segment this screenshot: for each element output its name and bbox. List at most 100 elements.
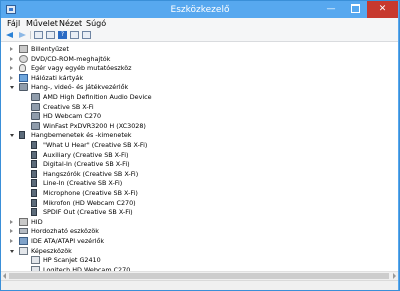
tree-item-label: Auxiliary (Creative SB X-Fi) (43, 150, 129, 159)
action-pane-icon[interactable] (70, 31, 79, 39)
tree-item-label: SPDIF Out (Creative SB X-Fi) (43, 208, 133, 217)
speaker-icon (31, 169, 37, 178)
minimize-button[interactable]: — (319, 1, 343, 18)
tree-view-icon[interactable] (34, 31, 43, 39)
tree-category[interactable]: Hordozható eszközök (1, 226, 398, 236)
tree-device[interactable]: Creative SB X-Fi (1, 102, 398, 112)
sound-controller-icon (19, 83, 28, 92)
scanner-icon (31, 256, 40, 265)
monitor-scan-icon[interactable] (82, 31, 91, 39)
sound-device-icon (31, 112, 40, 121)
tree-item-label: Egér vagy egyéb mutatóeszköz (31, 64, 132, 73)
tree-device[interactable]: "What U Hear" (Creative SB X-Fi) (1, 140, 398, 150)
tree-device[interactable]: HD Webcam C270 (1, 111, 398, 121)
toolbar-separator (30, 31, 31, 39)
menu-file[interactable]: Fájl (7, 18, 20, 29)
forward-icon[interactable] (18, 31, 27, 39)
disc-drive-icon (19, 54, 28, 63)
network-adapter-icon (19, 73, 28, 82)
tree-device[interactable]: HP Scanjet G2410 (1, 255, 398, 265)
tree-item-label: Microphone (Creative SB X-Fi) (43, 189, 138, 197)
tree-category[interactable]: Billentyűzet (1, 44, 398, 54)
menu-help[interactable]: Súgó (86, 18, 106, 29)
properties-icon[interactable] (46, 31, 55, 39)
tree-device[interactable]: Auxiliary (Creative SB X-Fi) (1, 150, 398, 160)
tree-item-label: WinFast PxDVR3200 H (XC3028) (43, 121, 146, 130)
microphone-icon (31, 198, 37, 207)
tree-item-label: "What U Hear" (Creative SB X-Fi) (43, 141, 148, 149)
close-button[interactable]: ✕ (367, 1, 398, 18)
imaging-device-icon (19, 246, 28, 255)
expand-arrow-icon[interactable] (10, 239, 13, 243)
tree-device[interactable]: WinFast PxDVR3200 H (XC3028) (1, 121, 398, 131)
tree-item-label: Line-In (Creative SB X-Fi) (43, 179, 123, 188)
tree-item-label: HID (31, 217, 43, 226)
expand-arrow-icon[interactable] (10, 47, 13, 51)
scroll-left-icon[interactable] (3, 273, 6, 279)
hid-icon (19, 217, 28, 226)
menu-action[interactable]: Művelet (26, 18, 58, 29)
audio-endpoint-icon (31, 150, 37, 159)
tree-item-label: HD Webcam C270 (43, 112, 102, 121)
tree-device[interactable]: Mikrofon (HD Webcam C270) (1, 198, 398, 208)
status-bar (1, 280, 398, 290)
tree-category[interactable]: Egér vagy egyéb mutatóeszköz (1, 63, 398, 73)
tree-item-label: Képeszközök (31, 246, 72, 255)
tree-item-label: Hangbemenetek és -kimenetek (31, 131, 132, 140)
help-icon[interactable]: ? (58, 31, 67, 39)
tree-category[interactable]: Hang-, videó- és játékvezérlők (1, 82, 398, 92)
audio-io-icon (19, 131, 25, 140)
tree-device[interactable]: AMD High Definition Audio Device (1, 92, 398, 102)
tree-device[interactable]: Microphone (Creative SB X-Fi) (1, 188, 398, 198)
horizontal-scrollbar[interactable] (1, 271, 398, 280)
tree-category[interactable]: IDE ATA/ATAPI vezérlők (1, 236, 398, 246)
back-icon[interactable] (6, 31, 15, 39)
maximize-button[interactable] (343, 1, 367, 18)
sound-device-icon (31, 121, 40, 130)
toolbar: ? (1, 29, 398, 42)
tree-item-label: DVD/CD-ROM-meghajtók (31, 54, 111, 63)
audio-endpoint-icon (31, 141, 37, 149)
expand-arrow-icon[interactable] (10, 229, 13, 234)
scrollbar-thumb[interactable] (9, 273, 389, 279)
audio-endpoint-icon (31, 160, 37, 169)
microphone-icon (31, 189, 37, 197)
audio-endpoint-icon (31, 179, 37, 188)
tree-item-label: Mikrofon (HD Webcam C270) (43, 198, 136, 207)
tree-item-label: Creative SB X-Fi (43, 102, 94, 111)
tree-device[interactable]: Hangszórók (Creative SB X-Fi) (1, 169, 398, 179)
tree-item-label: Digital-In (Creative SB X-Fi) (43, 160, 130, 169)
expand-arrow-icon[interactable] (10, 75, 13, 80)
ide-controller-icon (19, 237, 28, 245)
menu-view[interactable]: Nézet (59, 18, 82, 29)
tree-item-label: AMD High Definition Audio Device (43, 93, 152, 101)
tree-item-label: Hang-, videó- és játékvezérlők (31, 83, 129, 92)
collapse-arrow-icon[interactable] (10, 86, 14, 90)
portable-device-icon (19, 228, 28, 235)
sound-device-icon (31, 102, 40, 111)
title-bar[interactable]: Eszközkezelő — ✕ (1, 1, 399, 19)
tree-device[interactable]: SPDIF Out (Creative SB X-Fi) (1, 207, 398, 217)
keyboard-icon (19, 45, 28, 53)
tree-item-label: Hálózati kártyák (31, 73, 84, 82)
tree-device[interactable]: Line-In (Creative SB X-Fi) (1, 178, 398, 188)
collapse-arrow-icon[interactable] (10, 249, 14, 253)
tree-item-label: IDE ATA/ATAPI vezérlők (31, 237, 105, 245)
tree-category[interactable]: Hangbemenetek és -kimenetek (1, 130, 398, 140)
expand-arrow-icon[interactable] (10, 66, 13, 71)
mouse-icon (19, 64, 26, 73)
expand-arrow-icon[interactable] (10, 56, 13, 61)
tree-category[interactable]: DVD/CD-ROM-meghajtók (1, 54, 398, 64)
collapse-arrow-icon[interactable] (10, 134, 14, 138)
tree-item-label: Billentyűzet (31, 45, 69, 53)
tree-device[interactable]: Digital-In (Creative SB X-Fi) (1, 159, 398, 169)
device-tree[interactable]: Billentyűzet DVD/CD-ROM-meghajtók Egér vag… (1, 42, 398, 271)
tree-item-label: Hangszórók (Creative SB X-Fi) (43, 169, 139, 178)
tree-category[interactable]: Képeszközök (1, 246, 398, 256)
tree-category[interactable]: HID (1, 217, 398, 227)
scroll-right-icon[interactable] (393, 273, 396, 279)
expand-arrow-icon[interactable] (10, 219, 13, 224)
tree-category[interactable]: Hálózati kártyák (1, 73, 398, 83)
sound-device-icon (31, 93, 40, 101)
maximize-icon (350, 4, 360, 13)
